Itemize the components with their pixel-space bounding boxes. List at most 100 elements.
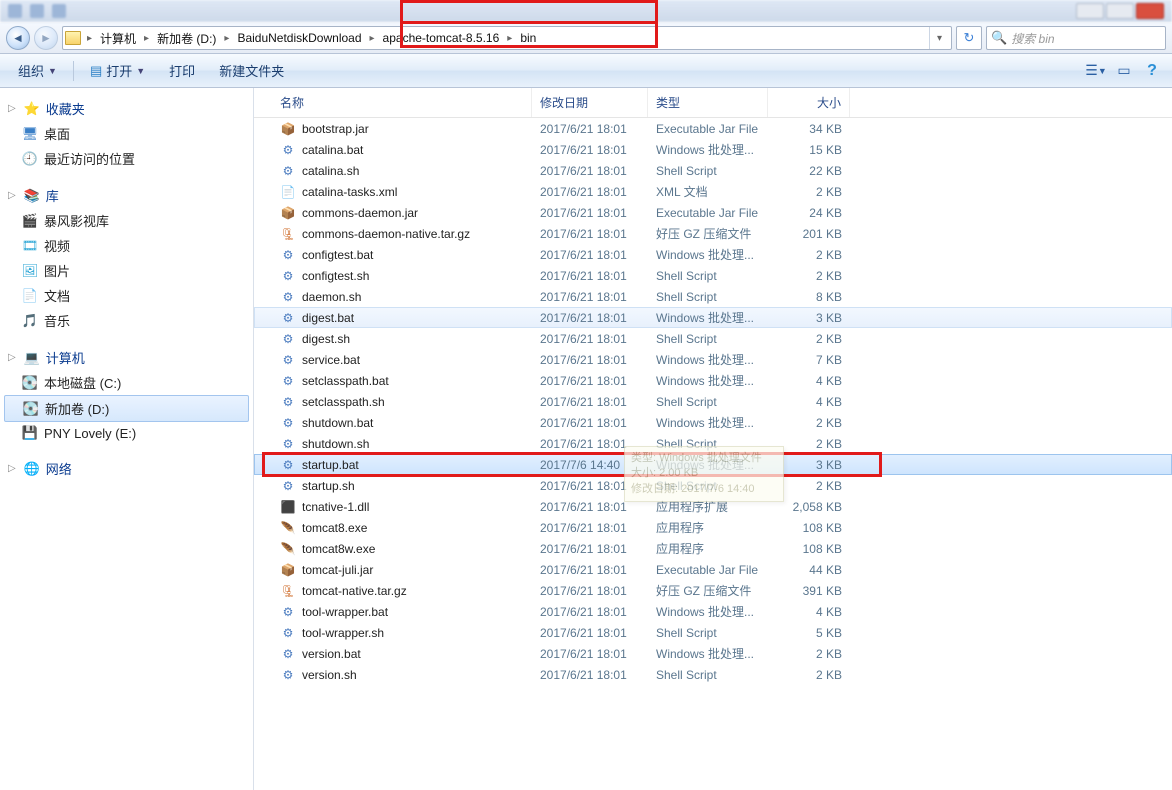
breadcrumb-seg[interactable]: bin (514, 27, 542, 49)
file-row[interactable]: ⚙version.bat2017/6/21 18:01Windows 批处理..… (254, 643, 1172, 664)
close-button[interactable] (1136, 3, 1164, 19)
maximize-button[interactable] (1106, 3, 1134, 19)
file-type: Windows 批处理... (648, 645, 768, 662)
file-row[interactable]: 📄catalina-tasks.xml2017/6/21 18:01XML 文档… (254, 181, 1172, 202)
breadcrumb-dropdown[interactable]: ▾ (929, 27, 949, 49)
col-name[interactable]: 名称 (272, 88, 532, 117)
breadcrumb[interactable]: ▸ 计算机▸ 新加卷 (D:)▸ BaiduNetdiskDownload▸ a… (62, 26, 952, 50)
file-row[interactable]: ⚙setclasspath.sh2017/6/21 18:01Shell Scr… (254, 391, 1172, 412)
file-size: 2 KB (768, 416, 850, 430)
col-date[interactable]: 修改日期 (532, 88, 648, 117)
sidebar-drive-d[interactable]: 💽新加卷 (D:) (4, 395, 249, 422)
address-bar: ◄ ► ▸ 计算机▸ 新加卷 (D:)▸ BaiduNetdiskDownloa… (0, 22, 1172, 54)
file-size: 2 KB (768, 332, 850, 346)
file-row[interactable]: 🗜commons-daemon-native.tar.gz2017/6/21 1… (254, 223, 1172, 244)
desktop-icon: 🖥 (22, 126, 38, 142)
file-row[interactable]: 📦bootstrap.jar2017/6/21 18:01Executable … (254, 118, 1172, 139)
file-row[interactable]: ⚙tool-wrapper.bat2017/6/21 18:01Windows … (254, 601, 1172, 622)
forward-button[interactable]: ► (34, 26, 58, 50)
file-row[interactable]: ⚙setclasspath.bat2017/6/21 18:01Windows … (254, 370, 1172, 391)
file-size: 3 KB (768, 311, 850, 325)
file-row[interactable]: ⚙shutdown.bat2017/6/21 18:01Windows 批处理.… (254, 412, 1172, 433)
drive-icon: 💽 (23, 401, 39, 417)
file-row[interactable]: 🪶tomcat8w.exe2017/6/21 18:01应用程序108 KB (254, 538, 1172, 559)
back-button[interactable]: ◄ (6, 26, 30, 50)
file-row[interactable]: ⚙digest.bat2017/6/21 18:01Windows 批处理...… (254, 307, 1172, 328)
file-date: 2017/6/21 18:01 (532, 227, 648, 241)
file-date: 2017/6/21 18:01 (532, 542, 648, 556)
music-icon: 🎵 (22, 313, 38, 329)
file-icon: ⚙ (280, 646, 296, 662)
file-row[interactable]: ⚙configtest.sh2017/6/21 18:01Shell Scrip… (254, 265, 1172, 286)
file-size: 201 KB (768, 227, 850, 241)
file-date: 2017/6/21 18:01 (532, 311, 648, 325)
sidebar-item-pictures[interactable]: 🖼图片 (4, 258, 249, 283)
file-row[interactable]: ⚙configtest.bat2017/6/21 18:01Windows 批处… (254, 244, 1172, 265)
file-name: digest.bat (302, 311, 354, 325)
sidebar-recent[interactable]: 🕘最近访问的位置 (4, 146, 249, 171)
sidebar-item-baofeng[interactable]: 🎬暴风影视库 (4, 208, 249, 233)
file-row[interactable]: 🗜tomcat-native.tar.gz2017/6/21 18:01好压 G… (254, 580, 1172, 601)
breadcrumb-seg[interactable]: BaiduNetdiskDownload (231, 27, 367, 49)
sidebar-item-videos[interactable]: 🎞视频 (4, 233, 249, 258)
file-type: Executable Jar File (648, 122, 768, 136)
file-row[interactable]: ⚙version.sh2017/6/21 18:01Shell Script2 … (254, 664, 1172, 685)
file-name: tomcat8.exe (302, 521, 367, 535)
minimize-button[interactable] (1076, 3, 1104, 19)
file-type: 应用程序 (648, 519, 768, 536)
sidebar-item-music[interactable]: 🎵音乐 (4, 308, 249, 333)
sidebar-drive-c[interactable]: 💽本地磁盘 (C:) (4, 370, 249, 395)
breadcrumb-seg[interactable]: 计算机 (94, 27, 142, 49)
open-button[interactable]: ▤打开▼ (80, 57, 155, 84)
sidebar-network[interactable]: ▷🌐网络 (4, 456, 249, 481)
refresh-button[interactable]: ↻ (956, 26, 982, 50)
file-size: 34 KB (768, 122, 850, 136)
file-row[interactable]: ⚙tool-wrapper.sh2017/6/21 18:01Shell Scr… (254, 622, 1172, 643)
sidebar-item-documents[interactable]: 📄文档 (4, 283, 249, 308)
sidebar-favorites[interactable]: ▷⭐收藏夹 (4, 96, 249, 121)
new-folder-button[interactable]: 新建文件夹 (209, 57, 294, 84)
file-row[interactable]: ⚙service.bat2017/6/21 18:01Windows 批处理..… (254, 349, 1172, 370)
file-type: 好压 GZ 压缩文件 (648, 225, 768, 242)
file-date: 2017/6/21 18:01 (532, 584, 648, 598)
file-row[interactable]: ⚙digest.sh2017/6/21 18:01Shell Script2 K… (254, 328, 1172, 349)
file-row[interactable]: ⚙catalina.bat2017/6/21 18:01Windows 批处理.… (254, 139, 1172, 160)
preview-pane-button[interactable]: ▭ (1112, 59, 1136, 83)
search-input[interactable]: 🔍 搜索 bin (986, 26, 1166, 50)
sidebar-computer[interactable]: ▷💻计算机 (4, 345, 249, 370)
file-icon: 🪶 (280, 520, 296, 536)
file-type: Windows 批处理... (648, 141, 768, 158)
file-name: catalina-tasks.xml (302, 185, 397, 199)
sidebar-libraries[interactable]: ▷📚库 (4, 183, 249, 208)
col-type[interactable]: 类型 (648, 88, 768, 117)
view-button[interactable]: ☰ ▼ (1084, 59, 1108, 83)
organize-button[interactable]: 组织▼ (8, 57, 67, 84)
breadcrumb-seg[interactable]: 新加卷 (D:) (151, 27, 222, 49)
file-name: tool-wrapper.bat (302, 605, 388, 619)
file-type: Windows 批处理... (648, 351, 768, 368)
file-name: bootstrap.jar (302, 122, 369, 136)
file-row[interactable]: 📦commons-daemon.jar2017/6/21 18:01Execut… (254, 202, 1172, 223)
file-icon: ⚙ (280, 352, 296, 368)
help-button[interactable]: ? (1140, 59, 1164, 83)
breadcrumb-seg[interactable]: apache-tomcat-8.5.16 (377, 27, 506, 49)
file-row[interactable]: ⚙daemon.sh2017/6/21 18:01Shell Script8 K… (254, 286, 1172, 307)
recent-icon: 🕘 (22, 151, 38, 167)
file-size: 2 KB (768, 248, 850, 262)
print-button[interactable]: 打印 (159, 57, 205, 84)
col-size[interactable]: 大小 (768, 88, 850, 117)
sidebar-desktop[interactable]: 🖥桌面 (4, 121, 249, 146)
file-icon: ⚙ (280, 436, 296, 452)
file-row[interactable]: ⚙catalina.sh2017/6/21 18:01Shell Script2… (254, 160, 1172, 181)
file-type: Windows 批处理... (648, 309, 768, 326)
column-headers[interactable]: 名称 修改日期 类型 大小 (254, 88, 1172, 118)
sidebar-drive-e[interactable]: 💾PNY Lovely (E:) (4, 422, 249, 444)
file-size: 2 KB (768, 647, 850, 661)
network-icon: 🌐 (24, 461, 40, 477)
file-row[interactable]: 📦tomcat-juli.jar2017/6/21 18:01Executabl… (254, 559, 1172, 580)
video-icon: 🎬 (22, 213, 38, 229)
file-type: 好压 GZ 压缩文件 (648, 582, 768, 599)
file-name: tool-wrapper.sh (302, 626, 384, 640)
file-date: 2017/6/21 18:01 (532, 269, 648, 283)
file-row[interactable]: 🪶tomcat8.exe2017/6/21 18:01应用程序108 KB (254, 517, 1172, 538)
